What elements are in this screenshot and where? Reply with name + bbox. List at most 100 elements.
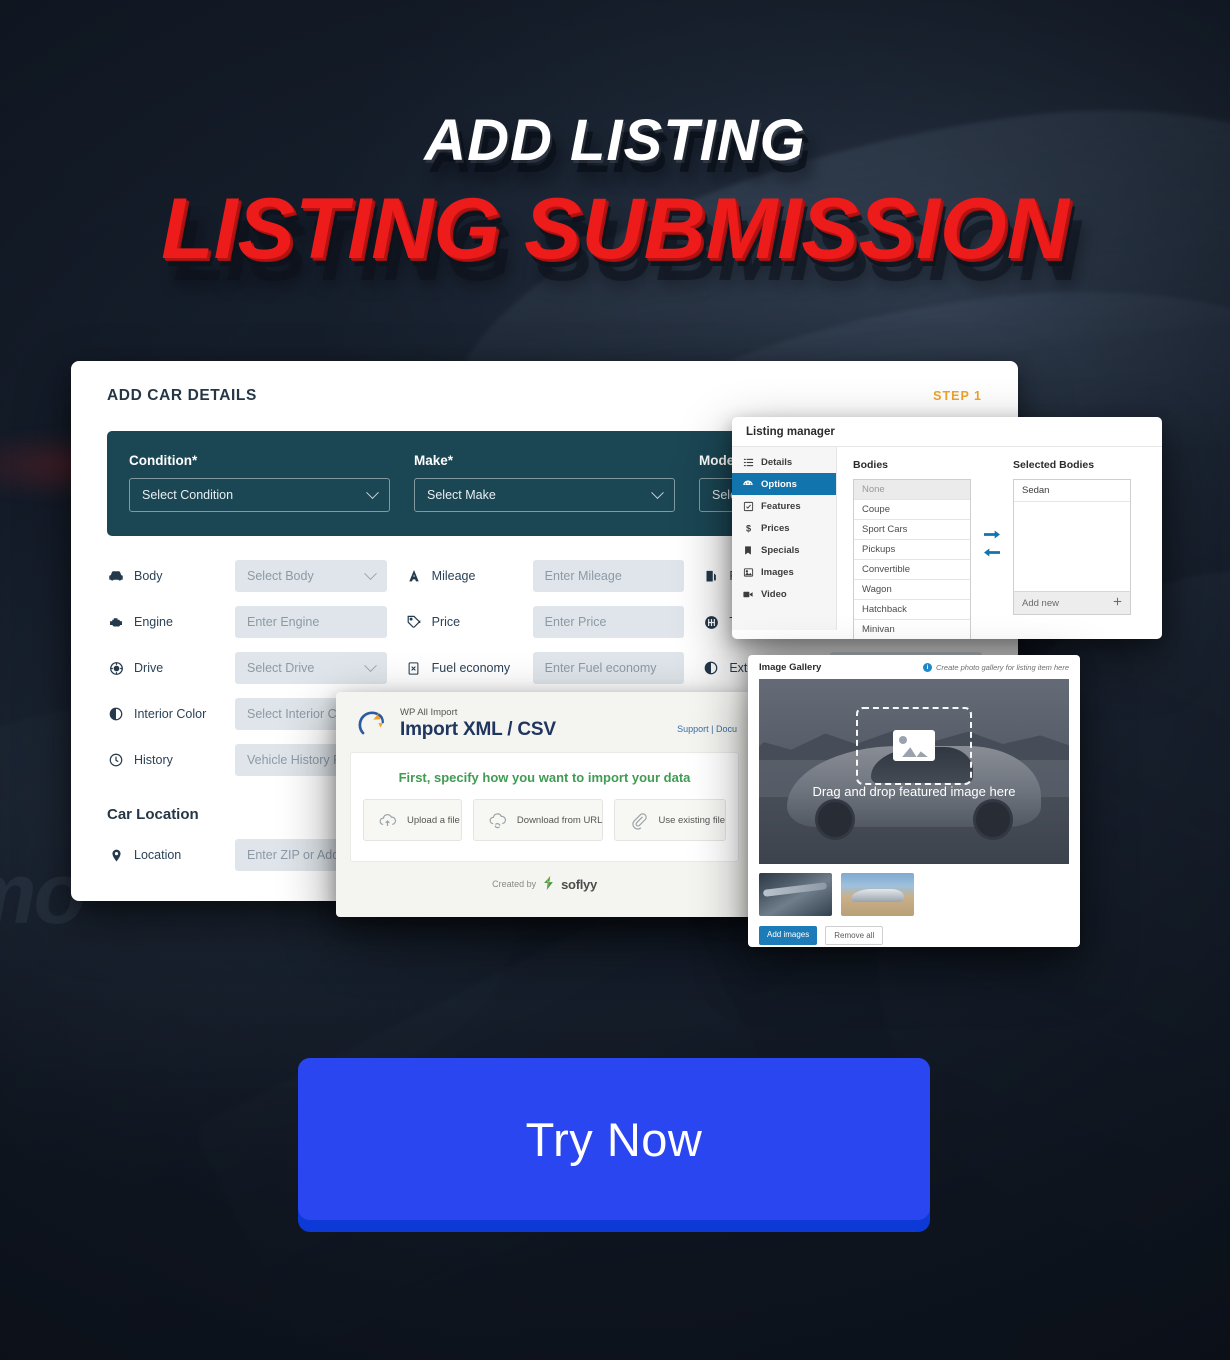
gauge-icon <box>405 567 423 585</box>
sidebar-item-video[interactable]: Video <box>732 583 836 605</box>
remove-all-button[interactable]: Remove all <box>825 926 884 945</box>
hero-title: LISTING SUBMISSION <box>161 181 1069 277</box>
download-from-url-option[interactable]: Download from URL <box>472 799 604 841</box>
thumbnail-engine-bay[interactable] <box>759 873 832 916</box>
svg-text:$: $ <box>745 523 750 533</box>
wp-import-titles: WP All Import Import XML / CSV <box>400 707 556 741</box>
list-item[interactable]: Wagon <box>854 580 970 600</box>
sidebar-item-specials[interactable]: Specials <box>732 539 836 561</box>
selected-bodies-column: Selected Bodies Sedan Add new <box>1013 459 1131 630</box>
bodies-column: Bodies None Coupe Sport Cars Pickups Con… <box>853 459 971 639</box>
image-gallery-title: Image Gallery <box>759 662 822 673</box>
field-label: Engine <box>134 615 173 629</box>
add-new-button[interactable]: Add new <box>1014 591 1130 614</box>
input-placeholder: Enter Price <box>544 615 607 629</box>
soflyy-wordmark: soflyy <box>561 876 597 892</box>
list-item[interactable]: Sport Cars <box>854 520 970 540</box>
map-pin-icon <box>107 846 125 864</box>
upload-a-file-option[interactable]: Upload a file <box>363 799 462 841</box>
dollar-icon: $ <box>742 522 754 534</box>
add-images-button[interactable]: Add images <box>759 926 818 945</box>
try-now-button[interactable]: Try Now <box>298 1058 930 1220</box>
featured-image-dropzone[interactable]: Drag and drop featured image here <box>759 679 1069 864</box>
field-label: Drive <box>134 661 164 675</box>
sidebar-item-features[interactable]: Features <box>732 495 836 517</box>
list-item[interactable]: Coupe <box>854 500 970 520</box>
fuel-economy-input[interactable]: Enter Fuel economy <box>532 652 685 684</box>
field-mileage: Mileage Enter Mileage <box>405 560 685 592</box>
image-placeholder-icon <box>893 730 935 762</box>
drive-select[interactable]: Select Drive <box>235 652 387 684</box>
video-icon <box>742 588 754 600</box>
selected-bodies-list[interactable]: Sedan Add new <box>1013 479 1131 615</box>
image-icon <box>742 566 754 578</box>
sidebar-item-prices[interactable]: $ Prices <box>732 517 836 539</box>
hero-eyebrow: ADD LISTING <box>424 108 806 173</box>
cloud-upload-icon <box>378 811 397 830</box>
list-item[interactable]: Convertible <box>854 560 970 580</box>
sidebar-item-options[interactable]: Options <box>732 473 836 495</box>
page-title: ADD CAR DETAILS <box>107 387 257 404</box>
chevron-down-icon <box>363 658 377 672</box>
wp-import-header: WP All Import Import XML / CSV Support |… <box>336 692 753 752</box>
sidebar-item-images[interactable]: Images <box>732 561 836 583</box>
contrast-icon <box>702 659 720 677</box>
bodies-list[interactable]: None Coupe Sport Cars Pickups Convertibl… <box>853 479 971 639</box>
field-label: Body <box>134 569 163 583</box>
list-item[interactable]: None <box>854 480 970 500</box>
mileage-input[interactable]: Enter Mileage <box>532 560 685 592</box>
field-label: Price <box>431 615 461 629</box>
sidebar-item-details[interactable]: Details <box>732 451 836 473</box>
dashboard-icon <box>742 478 754 490</box>
list-icon <box>742 456 754 468</box>
sidebar-item-label: Images <box>761 566 794 578</box>
select-value: Select Body <box>247 569 314 583</box>
listing-manager-card: Listing manager Details Options Features… <box>732 417 1162 639</box>
clock-icon <box>107 751 125 769</box>
soflyy-logo-icon <box>542 876 555 892</box>
field-engine: Engine Enter Engine <box>107 606 387 638</box>
field-drive: Drive Select Drive <box>107 652 387 684</box>
paperclip-icon <box>629 811 648 830</box>
condition-select[interactable]: Select Condition <box>129 478 390 512</box>
drive-icon <box>107 659 125 677</box>
field-label: Interior Color <box>134 707 207 721</box>
arrow-right-icon[interactable] <box>984 527 1000 545</box>
wp-import-options: Upload a file Download from URL Use exis… <box>363 799 726 841</box>
field-condition: Condition* Select Condition <box>129 453 390 512</box>
list-item[interactable]: Sedan <box>1014 480 1130 502</box>
listing-manager-sidebar: Details Options Features $ Prices Specia… <box>732 447 837 630</box>
field-fuel-economy: Fuel economy Enter Fuel economy <box>405 652 685 684</box>
status-badge: STEP 1 <box>933 389 982 403</box>
wp-import-prompt: First, specify how you want to import yo… <box>398 770 691 785</box>
gallery-thumbnails <box>748 864 1080 916</box>
image-gallery-header: Image Gallery i Create photo gallery for… <box>748 655 1080 679</box>
listing-manager-title: Listing manager <box>732 417 1162 447</box>
arrow-left-icon[interactable] <box>984 545 1000 563</box>
cloud-sync-icon <box>488 811 507 830</box>
sidebar-item-label: Options <box>761 478 797 490</box>
wp-import-brand: WP All Import Import XML / CSV <box>354 706 556 742</box>
make-select[interactable]: Select Make <box>414 478 675 512</box>
image-gallery-card: Image Gallery i Create photo gallery for… <box>748 655 1080 947</box>
body-select[interactable]: Select Body <box>235 560 387 592</box>
list-item[interactable]: Minivan <box>854 620 970 639</box>
dropzone-outline <box>856 706 972 785</box>
field-label: Mileage <box>431 569 476 583</box>
use-existing-file-option[interactable]: Use existing file <box>614 799 726 841</box>
chevron-down-icon <box>366 485 379 499</box>
card-header: ADD CAR DETAILS STEP 1 <box>71 361 1018 405</box>
support-docs-links[interactable]: Support | Docu <box>677 706 737 734</box>
hero-headline: ADD LISTING LISTING SUBMISSION <box>0 0 1230 277</box>
engine-input[interactable]: Enter Engine <box>235 606 387 638</box>
checkbox-icon <box>742 500 754 512</box>
list-item[interactable]: Hatchback <box>854 600 970 620</box>
list-item[interactable]: Pickups <box>854 540 970 560</box>
info-icon: i <box>923 663 933 672</box>
thumbnail-side-profile[interactable] <box>841 873 914 916</box>
tag-icon <box>405 613 423 631</box>
wp-import-panel: First, specify how you want to import yo… <box>350 752 739 862</box>
image-gallery-hint: i Create photo gallery for listing item … <box>923 663 1069 672</box>
price-input[interactable]: Enter Price <box>532 606 685 638</box>
select-value: Select Make <box>427 488 496 502</box>
